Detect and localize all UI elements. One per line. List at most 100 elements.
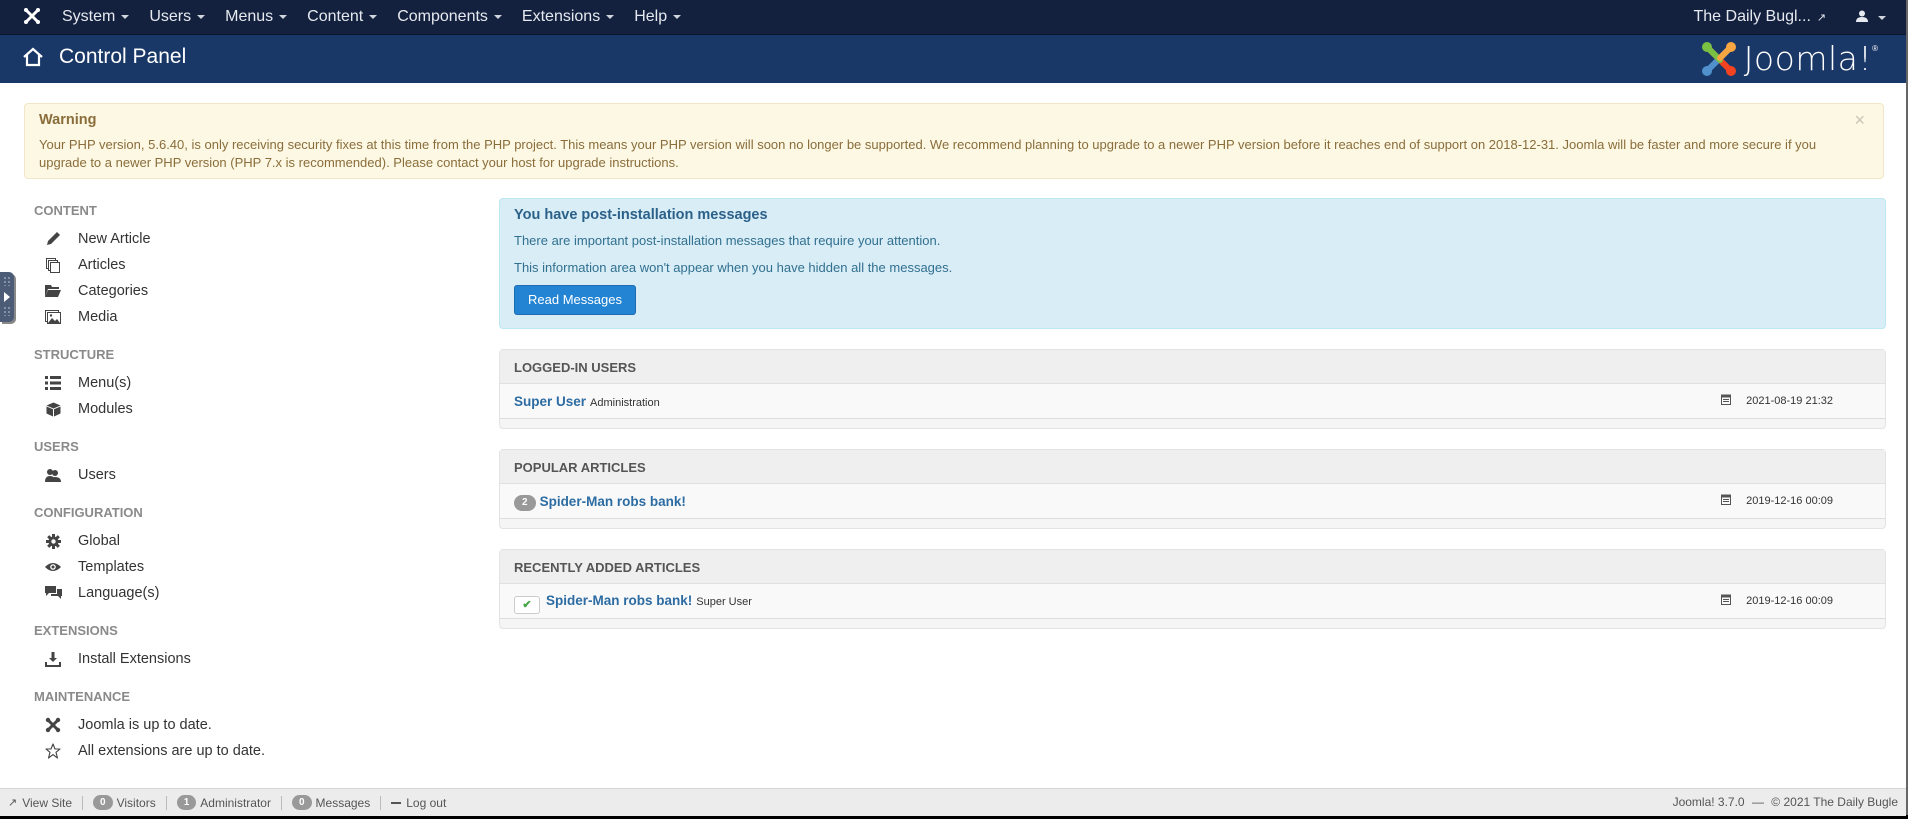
footer-copyright: Joomla! 3.7.0 — © 2021 The Daily Bugle (1673, 795, 1898, 809)
caret-down-icon (369, 14, 378, 19)
sidebar-item-label: Install Extensions (78, 651, 191, 667)
sidebar-item-label: New Article (78, 231, 151, 247)
calendar-icon (1721, 494, 1731, 505)
sidebar-item-label: Articles (78, 257, 126, 273)
close-icon[interactable]: × (1854, 110, 1865, 131)
module-title: LOGGED-IN USERS (514, 360, 637, 375)
module-header: POPULAR ARTICLES (500, 450, 1885, 484)
module-header: LOGGED-IN USERS (500, 350, 1885, 384)
article-title: Spider-Man robs bank! (546, 593, 693, 608)
published-check-icon[interactable]: ✔ (514, 596, 540, 614)
sidebar-item-languages[interactable]: Language(s) (34, 580, 454, 606)
list-item: ✔ Spider-Man robs bank! Super User 2019-12… (500, 584, 1885, 619)
menu-menus[interactable]: Menus (215, 8, 297, 26)
messages-count-badge: 0 (291, 795, 312, 810)
menu-label: Help (634, 8, 668, 25)
sidebar-item-categories[interactable]: Categories (34, 278, 454, 304)
list-item: Super User Administration 2021-08-19 21:3… (500, 384, 1885, 419)
sidebar-item-extensions-update[interactable]: All extensions are up to date. (34, 738, 454, 764)
registered-mark: ® (1872, 44, 1878, 53)
user-menu[interactable] (1856, 9, 1886, 25)
sidebar-item-label: Media (78, 309, 118, 325)
page-header: Control Panel Joomla! ® (0, 35, 1906, 83)
caret-down-icon (493, 14, 502, 19)
sidebar-item-install-extensions[interactable]: Install Extensions (34, 646, 454, 672)
calendar-icon (1721, 594, 1731, 605)
site-link[interactable]: The Daily Bugl... ↗ (1694, 8, 1827, 26)
joomla-icon (42, 717, 64, 733)
page: System Users Menus Content Components Ex… (0, 0, 1908, 816)
section-maintenance: MAINTENANCE (34, 689, 131, 704)
caret-down-icon (279, 14, 288, 19)
admin-label: Administrator (200, 795, 271, 810)
sidebar-item-label: Joomla is up to date. (78, 717, 212, 733)
menu-users[interactable]: Users (139, 8, 215, 26)
login-date: 2021-08-19 21:32 (1746, 395, 1833, 407)
joomla-logo-icon (1701, 41, 1736, 76)
hits-badge: 2 (514, 495, 536, 511)
sidebar-item-label: Global (78, 533, 120, 549)
sidebar-item-label: All extensions are up to date. (78, 743, 266, 759)
section-content: CONTENT (34, 203, 97, 218)
eye-icon (42, 562, 64, 572)
article-link[interactable]: ✔ Spider-Man robs bank! Super User (514, 593, 752, 614)
sidebar-item-media[interactable]: Media (34, 304, 454, 330)
caret-down-icon (673, 14, 682, 19)
download-icon (42, 651, 64, 667)
section-users: USERS (34, 439, 79, 454)
star-empty-icon (42, 743, 64, 759)
view-site-label: View Site (22, 795, 73, 810)
sidebar-item-joomla-update[interactable]: Joomla is up to date. (34, 712, 454, 738)
menu-content[interactable]: Content (297, 8, 387, 26)
main-menu: System Users Menus Content Components Ex… (52, 0, 691, 34)
sidebar-item-global[interactable]: Global (34, 528, 454, 554)
post-install-title: You have post-installation messages (514, 207, 768, 223)
grip-dots-icon (3, 276, 12, 286)
calendar-icon (1721, 394, 1731, 405)
article-title: Spider-Man robs bank! (539, 494, 686, 509)
user-name: Super User (514, 394, 587, 409)
menu-help[interactable]: Help (624, 8, 691, 26)
view-site-link[interactable]: ↗ View Site (8, 796, 72, 810)
sidebar-item-new-article[interactable]: New Article (34, 226, 454, 252)
sidebar-toggle-handle[interactable] (0, 272, 14, 322)
sidebar-item-menus[interactable]: Menu(s) (34, 370, 454, 396)
sidebar-item-users[interactable]: Users (34, 462, 454, 488)
brand-wordmark: Joomla! (1743, 39, 1873, 78)
menu-label: Content (307, 8, 364, 25)
user-link[interactable]: Super User Administration (514, 394, 660, 409)
status-bar-left: ↗ View Site 0 Visitors 1 Administrator 0… (8, 795, 446, 810)
administrators-status[interactable]: 1 Administrator (176, 795, 271, 810)
sidebar-item-label: Modules (78, 401, 133, 417)
sidebar-item-modules[interactable]: Modules (34, 396, 454, 422)
menu-extensions[interactable]: Extensions (512, 8, 624, 26)
menu-label: Components (397, 8, 488, 25)
read-messages-button[interactable]: Read Messages (514, 285, 636, 315)
messages-label: Messages (315, 795, 371, 810)
joomla-logo-icon[interactable] (22, 7, 42, 27)
menu-system[interactable]: System (52, 8, 139, 26)
logout-link[interactable]: Log out (391, 796, 446, 810)
sidebar-item-label: Users (78, 467, 116, 483)
article-link[interactable]: 2 Spider-Man robs bank! (514, 494, 686, 511)
messages-status[interactable]: 0 Messages (291, 795, 371, 810)
section-structure: STRUCTURE (34, 347, 115, 362)
post-install-messages-alert: You have post-installation messages Ther… (499, 198, 1886, 329)
visitors-label: Visitors (116, 795, 156, 810)
php-warning-alert: Warning Your PHP version, 5.6.40, is onl… (24, 103, 1884, 179)
stack-icon (42, 257, 64, 273)
joomla-brand-logo: Joomla! ® (1700, 39, 1878, 78)
logout-label: Log out (406, 795, 447, 810)
divider (280, 795, 282, 810)
list-icon (42, 376, 64, 390)
sidebar-item-templates[interactable]: Templates (34, 554, 454, 580)
cog-icon (42, 533, 64, 549)
divider (82, 795, 84, 810)
image-icon (42, 310, 64, 324)
divider (165, 795, 167, 810)
visitors-status[interactable]: 0 Visitors (93, 795, 156, 810)
menu-components[interactable]: Components (387, 8, 512, 26)
divider (380, 795, 382, 810)
sidebar-item-articles[interactable]: Articles (34, 252, 454, 278)
site-name: The Daily Bugl... (1693, 8, 1811, 25)
